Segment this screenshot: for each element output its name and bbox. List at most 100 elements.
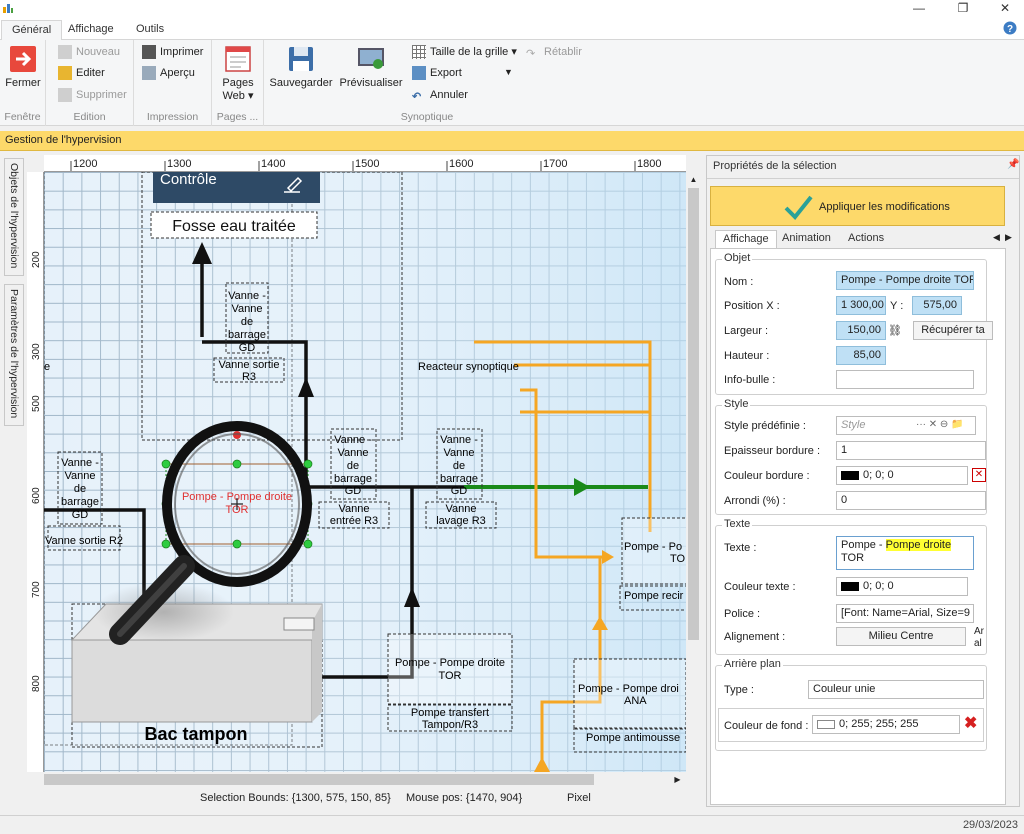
undo-icon: ↶ <box>412 91 422 104</box>
svg-text:?: ? <box>1007 24 1013 35</box>
ribbon-tabs: Général Affichage Outils ? <box>0 18 1024 40</box>
tab-scroll-right-icon[interactable]: ▶ <box>1005 232 1012 243</box>
fermer-button[interactable]: Fermer <box>3 44 43 89</box>
ruler-label: 600 <box>31 487 42 504</box>
tab-animation[interactable]: Animation <box>775 230 838 248</box>
couleur-fond-field[interactable]: 0; 255; 255; 255 <box>812 715 960 734</box>
svg-text:Vanne: Vanne <box>339 503 370 515</box>
arrondi-field[interactable]: 0 <box>836 491 986 510</box>
svg-text:R3: R3 <box>242 371 256 383</box>
tab-actions[interactable]: Actions <box>841 230 891 248</box>
group-impression: Imprimer Aperçu Impression <box>134 40 212 126</box>
ruler-label: 800 <box>31 675 42 692</box>
horizontal-scrollbar[interactable]: ▶ <box>44 772 686 787</box>
tab-scroll-left-icon[interactable]: ◀ <box>993 232 1000 243</box>
ruler-label: 1800 <box>637 158 661 170</box>
ruler-label: 700 <box>31 581 42 598</box>
infobulle-field[interactable] <box>836 370 974 389</box>
export-button[interactable]: Export <box>412 64 462 82</box>
pin-icon[interactable]: 📌 <box>1007 159 1019 170</box>
scroll-thumb[interactable] <box>44 774 594 785</box>
pompe-antimousse[interactable]: Pompe - Pompe droi ANA Pompe antimousse <box>573 658 686 753</box>
page-title: Gestion de l'hypervision <box>5 134 122 146</box>
group-fenetre: Fermer Fenêtre <box>0 40 46 126</box>
tab-objets-hypervision[interactable]: Objets de l'hypervision <box>4 158 24 276</box>
tab-affichage-props[interactable]: Affichage <box>715 230 777 248</box>
taille-grille-button[interactable]: Taille de la grille ▾ <box>412 43 517 61</box>
link-ratio-icon[interactable]: ⛓ <box>888 324 902 337</box>
redo-icon: ↷ <box>526 48 536 61</box>
police-field[interactable]: [Font: Name=Arial, Size=9 <box>836 604 974 623</box>
tab-outils[interactable]: Outils <box>126 20 174 40</box>
ruler-label: 1500 <box>355 158 379 170</box>
controle-button[interactable]: Contrôle <box>153 172 320 203</box>
vertical-scrollbar[interactable]: ▲ <box>686 172 701 772</box>
svg-text:barrage: barrage <box>440 473 478 485</box>
couleur-texte-field[interactable]: 0; 0; 0 <box>836 577 968 596</box>
help-icon[interactable]: ? <box>1003 21 1017 35</box>
apply-button[interactable]: Appliquer les modifications <box>710 186 1005 226</box>
fieldset-arriere-plan: Arrière plan Type : Couleur unie Couleur… <box>715 658 987 751</box>
fieldset-texte: Texte Texte : Pompe - Pompe droite TOR Co… <box>715 518 987 655</box>
scroll-right-icon[interactable]: ▶ <box>670 772 685 787</box>
svg-text:GD: GD <box>72 509 89 521</box>
svg-text:Tampon/R3: Tampon/R3 <box>422 719 478 731</box>
sauvegarder-button[interactable]: Sauvegarder <box>268 44 334 89</box>
monitor-preview-icon <box>358 48 384 69</box>
panel-title: Propriétés de la sélection <box>713 160 837 172</box>
synoptic-canvas[interactable]: Contrôle Fosse eau traitée Vanne - Vanne… <box>44 172 686 772</box>
alignement-select[interactable]: Milieu Centre <box>836 627 966 646</box>
previsualiser-button[interactable]: Prévisualiser <box>338 44 404 89</box>
scroll-thumb[interactable] <box>688 188 699 640</box>
printer-icon <box>142 45 156 60</box>
selection-bounds: Selection Bounds: {1300, 575, 150, 85} <box>200 792 391 804</box>
apercu-button[interactable]: Aperçu <box>142 64 195 82</box>
texte-field[interactable]: Pompe - Pompe droite TOR <box>836 536 974 570</box>
svg-text:Vanne -: Vanne - <box>228 290 266 302</box>
svg-text:entrée R3: entrée R3 <box>330 515 378 527</box>
couleur-bordure-field[interactable]: 0; 0; 0 <box>836 466 968 485</box>
tab-general[interactable]: Général <box>1 20 63 40</box>
synoptic-drawing: Contrôle Fosse eau traitée Vanne - Vanne… <box>44 172 686 772</box>
nouveau-button[interactable]: Nouveau <box>58 43 120 61</box>
save-icon <box>289 47 313 71</box>
svg-text:Vanne -: Vanne - <box>61 457 99 469</box>
hypervision-header: Gestion de l'hypervision <box>0 131 1024 151</box>
recuperer-button[interactable]: Récupérer ta <box>913 321 993 340</box>
checkmark-icon <box>784 195 813 220</box>
export-dropdown-icon[interactable]: ▼ <box>504 67 513 77</box>
close-button[interactable]: ✕ <box>982 0 1024 18</box>
reacteur-label[interactable]: Reacteur synoptique <box>418 361 519 373</box>
mouse-position: Mouse pos: {1470, 904} <box>406 792 523 804</box>
fosse-label: Fosse eau traitée <box>172 218 296 235</box>
style-actions-icon[interactable]: ··· ✕ ⊖ 📁 <box>916 419 964 430</box>
minimize-button[interactable]: — <box>896 0 942 18</box>
nom-field[interactable]: Pompe - Pompe droite TOR 1 <box>836 271 974 290</box>
scroll-up-icon[interactable]: ▲ <box>686 172 701 187</box>
maximize-button[interactable]: ❐ <box>940 0 986 18</box>
svg-text:Vanne: Vanne <box>232 303 263 315</box>
clear-color-icon[interactable]: ✕ <box>972 468 986 482</box>
supprimer-button[interactable]: Supprimer <box>58 86 127 104</box>
ruler-top: 1200 1300 1400 1500 1600 1700 1800 <box>44 155 686 172</box>
position-x-field[interactable]: 1 300,00 <box>836 296 886 315</box>
annuler-button[interactable]: ↶ Annuler <box>412 86 468 104</box>
svg-text:Vanne sortie R2: Vanne sortie R2 <box>45 535 123 547</box>
largeur-field[interactable]: 150,00 <box>836 321 886 340</box>
epaisseur-field[interactable]: 1 <box>836 441 986 460</box>
group-synoptique: Sauvegarder Prévisualiser Taille de la g… <box>264 40 590 126</box>
pages-web-button[interactable]: Pages Web ▾ <box>216 44 260 102</box>
svg-text:Vanne sortie: Vanne sortie <box>219 359 280 371</box>
tab-parametres-hypervision[interactable]: Paramètres de l'hypervision <box>4 284 24 426</box>
hauteur-field[interactable]: 85,00 <box>836 346 886 365</box>
type-fond-select[interactable]: Couleur unie <box>808 680 984 699</box>
position-y-field[interactable]: 575,00 <box>912 296 962 315</box>
editer-button[interactable]: Editer <box>58 64 105 82</box>
tab-affichage[interactable]: Affichage <box>58 20 124 40</box>
svg-text:Pompe antimousse: Pompe antimousse <box>586 732 680 744</box>
retablir-button[interactable]: ↷ Rétablir <box>526 43 582 61</box>
imprimer-button[interactable]: Imprimer <box>142 43 203 61</box>
pompe-recirculation[interactable]: Pompe - Po TO Pompe recir <box>619 517 686 611</box>
svg-text:Vanne: Vanne <box>338 447 369 459</box>
clear-color-icon[interactable]: ✖ <box>964 716 977 732</box>
